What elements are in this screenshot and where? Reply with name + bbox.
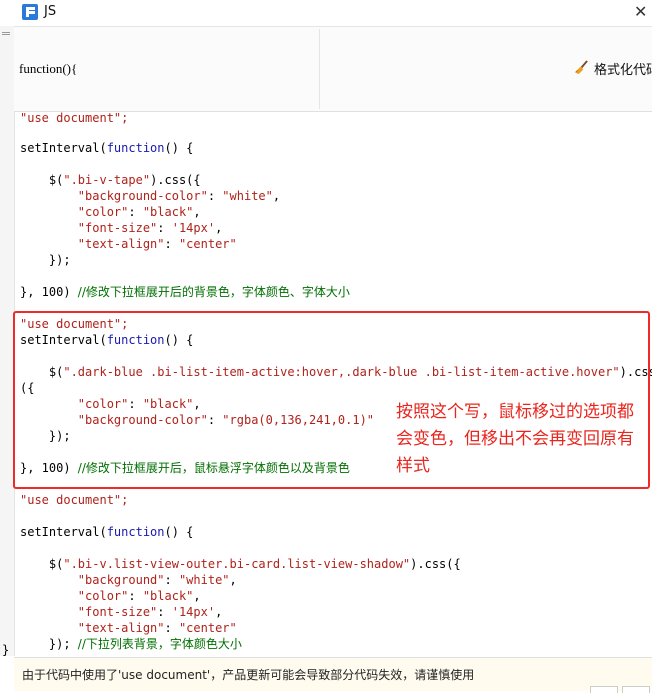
code-string: "color" [20,205,129,219]
code-text: }); [20,637,78,651]
code-text: }, 100) [20,285,78,299]
code-line: "use document"; [20,110,128,126]
function-signature-label: function(){ [19,61,78,76]
code-string: "font-size" [20,605,158,619]
code-line: "use document"; [20,492,128,508]
code-text: $( [20,557,64,571]
code-line: "font-size": '14px', [20,221,223,235]
code-line: }, 100) //修改下拉框展开后的背景色，字体颜色、字体大小 [20,284,350,300]
code-line: $(".bi-v.list-view-outer.bi-card.list-vi… [20,556,461,572]
code-string: '14px' [171,605,216,619]
code-text: ).css({ [150,173,201,187]
closing-brace: } [2,643,10,657]
code-string: "white" [222,189,273,203]
code-line: "color": "black", [20,205,201,219]
annotation-note: 按照这个写，鼠标移过的选项都会变色，但移出不会再变回原有样式 [396,402,634,476]
code-line: setInterval(function() { [20,524,193,540]
close-icon[interactable]: ✕ [634,2,647,21]
code-string: "color" [20,589,129,603]
window-title: JS [44,4,57,19]
code-line: "background-color": "white", [20,189,281,203]
code-line: "text-align": "center" [20,237,237,251]
code-string: ".bi-v-tape" [63,173,151,187]
code-string: "background-color" [20,189,208,203]
fine-report-icon [22,4,38,20]
header-divider [319,29,320,109]
code-keyword: function [106,525,165,539]
code-keyword: function [106,141,165,155]
broom-icon [574,60,588,75]
code-comment: //修改下拉框展开后的背景色，字体颜色、字体大小 [77,285,350,299]
gutter-marker [2,32,10,33]
status-bar: 由于代码中使用了'use document'，产品更新可能会导致部分代码失效，请… [14,657,652,693]
code-string: "text-align" [20,237,165,251]
code-text: () { [164,525,194,539]
warning-message: 由于代码中使用了'use document'，产品更新可能会导致部分代码失效，请… [22,668,475,682]
code-line: $(".bi-v-tape").css({ [20,172,201,188]
code-string: "center" [178,237,237,251]
code-string: "use document"; [20,493,129,507]
code-string: "white" [178,573,230,587]
code-line: "color": "black", [20,589,201,603]
code-text: }); [20,253,71,267]
title-bar: JS ✕ [0,0,652,26]
code-line: setInterval(function() { [20,140,193,156]
code-string: "font-size" [20,221,158,235]
code-text: setInterval( [20,525,107,539]
code-comment: //下拉列表背景，字体颜色大小 [77,637,242,651]
code-string: "text-align" [20,621,165,635]
code-string: "use document"; [20,111,129,125]
code-line: }); [20,252,71,268]
code-string: ".bi-v.list-view-outer.bi-card.list-view… [63,557,411,571]
code-line: "background": "white", [20,573,237,587]
code-text: ).css({ [410,557,461,571]
code-string: "black" [142,589,194,603]
code-line: "text-align": "center" [20,621,237,635]
code-string: '14px' [171,221,216,235]
code-text: setInterval( [20,141,107,155]
code-string: "center" [178,621,237,635]
code-text: $( [20,173,64,187]
format-code-label: 格式化代码 [594,63,652,78]
editor-header: function(){ 格式化代码 [14,26,652,112]
code-line: "font-size": '14px', [20,605,223,619]
code-line: }); //下拉列表背景，字体颜色大小 [20,636,242,652]
code-string: "background" [20,573,165,587]
code-string: "black" [142,205,194,219]
code-text: () { [164,141,194,155]
